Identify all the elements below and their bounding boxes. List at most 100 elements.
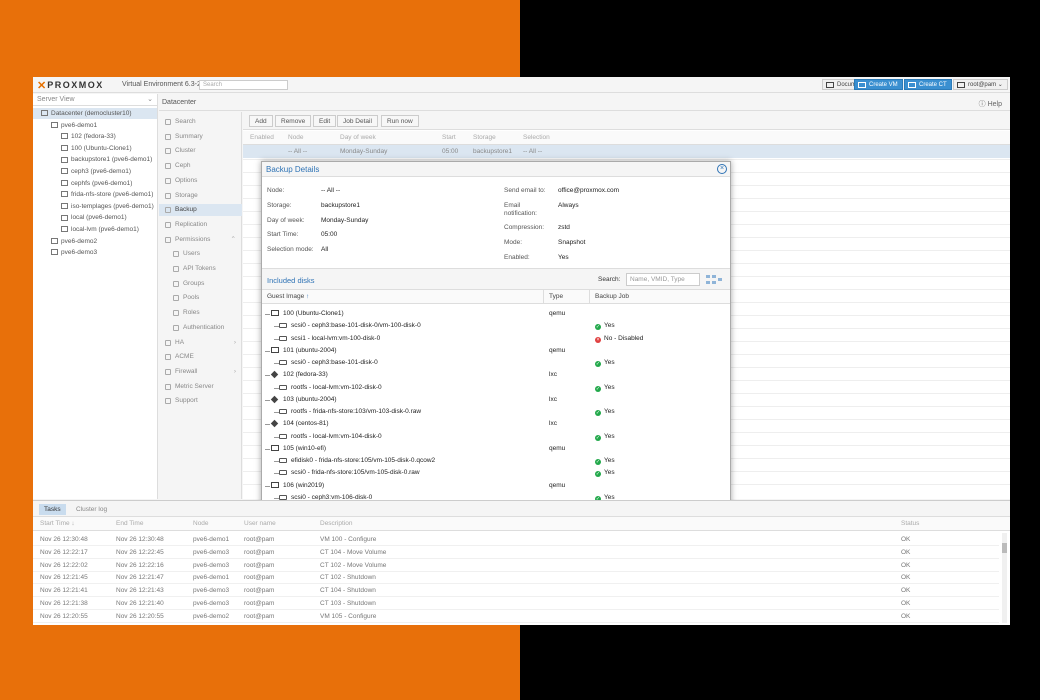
- task-row[interactable]: Nov 26 12:21:38 Nov 26 12:21:40 pve6-demo3…: [33, 597, 999, 610]
- tree-item[interactable]: frida-nfs-store (pve6-demo1): [33, 189, 157, 200]
- menu-item-authentication[interactable]: Authentication: [159, 322, 242, 334]
- create-vm-button[interactable]: Create VM: [854, 79, 903, 90]
- task-node: pve6-demo3: [193, 587, 230, 595]
- guest-row[interactable]: 101 (ubuntu-2004) qemu: [262, 345, 730, 357]
- guest-row[interactable]: 100 (Ubuntu-Clone1) qemu: [262, 308, 730, 320]
- gear-icon: [165, 177, 171, 184]
- tree-item[interactable]: pve6-demo2: [33, 236, 157, 247]
- task-row[interactable]: Nov 26 12:21:45 Nov 26 12:21:47 pve6-demo1…: [33, 571, 999, 585]
- menu-item-ha[interactable]: HA ›: [159, 337, 242, 349]
- check-circle-icon: ✓: [595, 385, 601, 392]
- remove-button[interactable]: Remove: [275, 115, 312, 127]
- column-storage[interactable]: Storage: [473, 134, 496, 141]
- menu-item-summary[interactable]: Summary: [159, 131, 242, 143]
- disk-row[interactable]: scsi0 - ceph3:base-101-disk-0 ✓ Yes: [262, 357, 730, 369]
- tree-item[interactable]: iso-templages (pve6-demo1): [33, 201, 157, 212]
- menu-item-backup[interactable]: Backup: [159, 204, 242, 217]
- hdd-icon: [279, 360, 287, 365]
- tab-tasks[interactable]: Tasks: [39, 504, 66, 515]
- backup-icon: [165, 207, 171, 214]
- backup-job-label: Yes: [604, 383, 615, 391]
- menu-item-acme[interactable]: ACME: [159, 351, 242, 363]
- guest-row[interactable]: 104 (centos-81) lxc: [262, 418, 730, 430]
- scrollbar-thumb[interactable]: [1002, 543, 1007, 553]
- menu-item-support[interactable]: Support: [159, 395, 242, 407]
- disk-row[interactable]: scsi1 - local-lvm:vm-100-disk-0 × No - Dis…: [262, 333, 730, 345]
- disk-row[interactable]: scsi0 - frida-nfs-store:105/vm-105-disk-…: [262, 467, 730, 479]
- menu-item-firewall[interactable]: Firewall ›: [159, 366, 242, 378]
- guest-image-name: 106 (win2019): [283, 481, 325, 489]
- close-icon[interactable]: ×: [717, 164, 727, 174]
- task-row[interactable]: Nov 26 12:22:02 Nov 26 12:22:16 pve6-demo3…: [33, 559, 999, 572]
- menu-item-replication[interactable]: Replication: [159, 219, 242, 231]
- guest-row[interactable]: 103 (ubuntu-2004) lxc: [262, 394, 730, 406]
- disk-row[interactable]: scsi0 - ceph3:base-101-disk-0/vm-100-dis…: [262, 320, 730, 332]
- menu-item-groups[interactable]: Groups: [159, 278, 242, 290]
- column-description[interactable]: Description: [320, 520, 353, 527]
- column-backup-job[interactable]: Backup Job: [595, 293, 629, 300]
- column-status[interactable]: Status: [901, 520, 919, 527]
- task-row[interactable]: Nov 26 12:30:48 Nov 26 12:30:48 pve6-demo1…: [33, 533, 999, 546]
- column-enabled[interactable]: Enabled: [250, 134, 274, 141]
- backup-details-dialog: Backup Details × Node: -- All -- Storage: b…: [261, 161, 731, 522]
- column-user-name[interactable]: User name: [244, 520, 276, 527]
- global-search-input[interactable]: Search: [199, 80, 288, 90]
- menu-item-roles[interactable]: Roles: [159, 307, 242, 319]
- menu-item-pools[interactable]: Pools: [159, 292, 242, 304]
- help-button[interactable]: ⓘ Help: [979, 99, 1002, 109]
- tab-cluster-log[interactable]: Cluster log: [71, 504, 112, 515]
- menu-item-permissions[interactable]: Permissions ⌃: [159, 234, 242, 246]
- tasks-scrollbar[interactable]: [1002, 533, 1007, 623]
- tree-item[interactable]: 100 (Ubuntu-Clone1): [33, 143, 157, 154]
- menu-item-search[interactable]: Search: [159, 116, 242, 128]
- menu-item-storage[interactable]: Storage: [159, 190, 242, 202]
- task-row[interactable]: Nov 26 12:21:41 Nov 26 12:21:43 pve6-demo3…: [33, 584, 999, 598]
- column-start[interactable]: Start: [442, 134, 456, 141]
- backup-job-row[interactable]: -- All -- Monday-Sunday 05:00 backupstor…: [243, 145, 1010, 158]
- task-status: OK: [901, 612, 911, 620]
- task-row[interactable]: Nov 26 12:20:55 Nov 26 12:20:55 pve6-demo2…: [33, 610, 999, 623]
- column-start-time[interactable]: Start Time ↓: [40, 520, 75, 527]
- job-detail-button[interactable]: Job Detail: [337, 115, 378, 127]
- disk-row[interactable]: rootfs - frida-nfs-store:103/vm-103-disk…: [262, 406, 730, 418]
- disk-row[interactable]: rootfs - local-lvm:vm-104-disk-0 ✓ Yes: [262, 431, 730, 443]
- column-end-time[interactable]: End Time: [116, 520, 143, 527]
- column-node[interactable]: Node: [193, 520, 209, 527]
- menu-item-users[interactable]: Users: [159, 248, 242, 260]
- column-guest-image[interactable]: Guest Image ↑: [267, 293, 309, 300]
- tree-item[interactable]: backupstore1 (pve6-demo1): [33, 154, 157, 165]
- column-type[interactable]: Type: [549, 293, 563, 300]
- disk-row[interactable]: rootfs - local-lvm:vm-102-disk-0 ✓ Yes: [262, 382, 730, 394]
- column-selection[interactable]: Selection: [523, 134, 550, 141]
- column-day-of-week[interactable]: Day of week: [340, 134, 376, 141]
- included-search-input[interactable]: Name, VMID, Type: [626, 273, 700, 286]
- create-ct-button[interactable]: Create CT: [904, 79, 952, 90]
- disk-row[interactable]: efidisk0 - frida-nfs-store:105/vm-105-di…: [262, 455, 730, 467]
- task-row[interactable]: Nov 26 12:22:17 Nov 26 12:22:45 pve6-demo3…: [33, 546, 999, 559]
- menu-item-cluster[interactable]: Cluster: [159, 145, 242, 157]
- check-circle-icon: ✓: [595, 361, 601, 367]
- user-menu-button[interactable]: root@pam ⌄: [953, 79, 1008, 90]
- menu-item-ceph[interactable]: Ceph: [159, 160, 242, 172]
- add-button[interactable]: Add: [249, 115, 273, 127]
- tree-item[interactable]: Datacenter (democluster10): [33, 108, 157, 119]
- guest-row[interactable]: 102 (fedora-33) lxc: [262, 369, 730, 381]
- tree-item[interactable]: ceph3 (pve6-demo1): [33, 166, 157, 177]
- tree-item[interactable]: local (pve6-demo1): [33, 212, 157, 223]
- menu-item-api-tokens[interactable]: API Tokens: [159, 263, 242, 275]
- menu-item-metric-server[interactable]: Metric Server: [159, 381, 242, 393]
- expand-tree-icon[interactable]: [706, 275, 724, 285]
- menu-item-options[interactable]: Options: [159, 175, 242, 187]
- server-view-select[interactable]: Server View ⌄: [33, 94, 157, 106]
- column-node[interactable]: Node: [288, 134, 304, 141]
- tree-item[interactable]: 102 (fedora-33): [33, 131, 157, 142]
- backup-job-label: Yes: [604, 457, 615, 464]
- tree-item[interactable]: pve6-demo1: [33, 120, 157, 131]
- tree-item[interactable]: pve6-demo3: [33, 247, 157, 258]
- guest-row[interactable]: 105 (win10-efi) qemu: [262, 443, 730, 455]
- guest-row[interactable]: 106 (win2019) qemu: [262, 480, 730, 492]
- edit-button[interactable]: Edit: [313, 115, 337, 127]
- run-now-button[interactable]: Run now: [381, 115, 419, 127]
- tree-item[interactable]: cephfs (pve6-demo1): [33, 178, 157, 189]
- tree-item[interactable]: local-lvm (pve6-demo1): [33, 224, 157, 235]
